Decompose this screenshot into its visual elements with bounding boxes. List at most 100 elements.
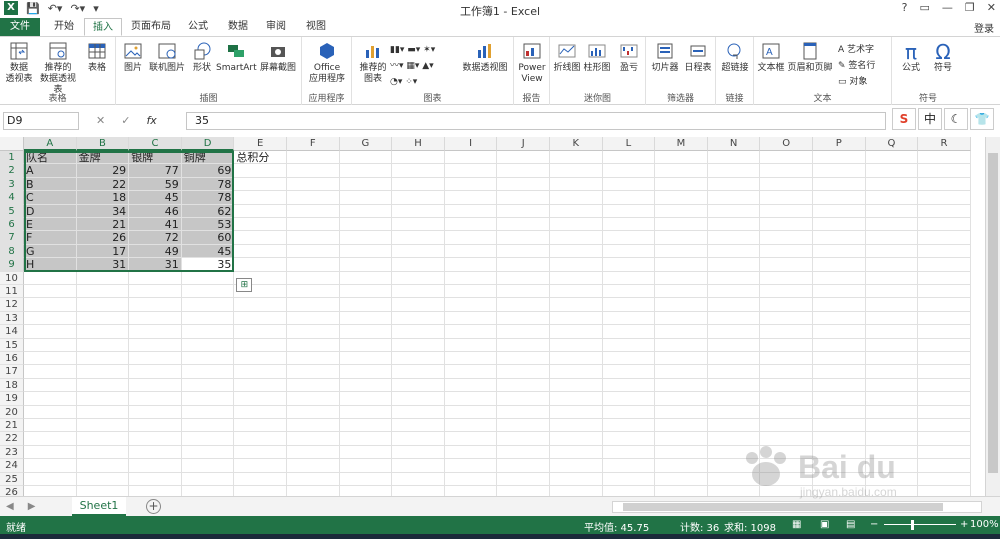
cell[interactable]	[444, 352, 498, 366]
cell[interactable]	[707, 419, 761, 433]
cell[interactable]	[602, 244, 656, 259]
quick-analysis-icon[interactable]: ⊞	[236, 277, 253, 292]
cell[interactable]	[444, 432, 498, 446]
timeline-button[interactable]: 日程表	[682, 41, 714, 74]
cell[interactable]	[392, 177, 445, 192]
cell[interactable]	[24, 472, 77, 486]
office-apps-button[interactable]: Office 应用程序	[306, 41, 348, 85]
cell[interactable]: 45	[181, 244, 235, 259]
cell[interactable]	[287, 164, 340, 178]
cell[interactable]	[497, 204, 550, 218]
cell[interactable]	[865, 285, 919, 299]
cell[interactable]	[234, 392, 287, 406]
row-header[interactable]: 25	[0, 472, 24, 486]
cell[interactable]	[76, 405, 130, 419]
cell[interactable]	[918, 352, 971, 366]
cell[interactable]	[287, 378, 340, 393]
row-header[interactable]: 14	[0, 325, 24, 339]
cell[interactable]	[918, 405, 971, 419]
cell[interactable]	[707, 204, 761, 218]
hyperlink-button[interactable]: 超链接	[718, 41, 752, 74]
cell[interactable]	[602, 352, 656, 366]
wordart-button[interactable]: A 艺术字	[838, 42, 892, 58]
cell[interactable]	[497, 191, 550, 205]
cell[interactable]	[129, 432, 182, 446]
cell[interactable]	[865, 445, 919, 460]
cell[interactable]	[655, 191, 708, 205]
cell[interactable]	[865, 405, 919, 419]
cell[interactable]	[918, 419, 971, 433]
cell[interactable]	[918, 151, 971, 165]
cell[interactable]	[287, 365, 340, 379]
symbol-button[interactable]: Ω 符号	[928, 41, 958, 74]
screenshot-button[interactable]: 屏幕截图	[256, 41, 300, 74]
cell[interactable]	[866, 486, 919, 496]
cell[interactable]	[760, 271, 813, 285]
cell[interactable]	[339, 392, 393, 406]
cell[interactable]	[339, 218, 393, 232]
cell[interactable]	[760, 445, 813, 460]
cell[interactable]	[287, 271, 340, 285]
row-header[interactable]: 10	[0, 271, 24, 285]
cell[interactable]: 41	[129, 218, 182, 232]
row-header[interactable]: 8	[0, 244, 24, 259]
cell[interactable]	[287, 151, 340, 165]
cell[interactable]	[550, 311, 603, 326]
cell[interactable]	[392, 191, 445, 205]
object-button[interactable]: ▭ 对象	[838, 74, 892, 90]
cell[interactable]	[550, 392, 603, 406]
zoom-slider[interactable]	[884, 524, 956, 525]
column-header[interactable]: R	[918, 137, 971, 151]
cell[interactable]	[602, 218, 656, 232]
cell[interactable]	[129, 271, 182, 285]
row-header[interactable]: 5	[0, 204, 24, 218]
cell[interactable]	[24, 459, 77, 473]
cell[interactable]	[707, 432, 761, 446]
column-header[interactable]: B	[76, 137, 130, 151]
cell[interactable]	[339, 285, 393, 299]
column-header[interactable]: J	[497, 137, 550, 151]
cell[interactable]	[24, 486, 77, 496]
cell[interactable]	[550, 472, 603, 486]
cell[interactable]: 69	[181, 164, 235, 178]
vertical-scrollbar[interactable]	[985, 137, 1000, 496]
tab-home[interactable]: 开始	[44, 18, 84, 36]
cell[interactable]	[865, 244, 919, 259]
cell[interactable]	[813, 191, 866, 205]
cell[interactable]	[76, 298, 130, 312]
cell[interactable]	[497, 177, 550, 192]
cell[interactable]	[340, 486, 393, 496]
cell[interactable]	[339, 258, 393, 272]
cell[interactable]	[813, 311, 866, 326]
cell[interactable]	[287, 432, 340, 446]
cell[interactable]	[24, 298, 77, 312]
cell[interactable]	[760, 405, 813, 419]
cell[interactable]	[655, 419, 708, 433]
cell[interactable]	[129, 311, 182, 326]
cell[interactable]	[550, 298, 603, 312]
cell[interactable]	[234, 231, 287, 245]
cell[interactable]	[339, 325, 393, 339]
horizontal-scrollbar[interactable]	[612, 501, 982, 513]
cell[interactable]	[865, 298, 919, 312]
cell[interactable]	[865, 164, 919, 178]
tab-data[interactable]: 数据	[220, 18, 256, 36]
cell[interactable]	[707, 459, 761, 473]
cell[interactable]	[287, 392, 340, 406]
cell[interactable]	[444, 472, 498, 486]
cell[interactable]	[918, 298, 971, 312]
cell[interactable]	[865, 432, 919, 446]
cell[interactable]	[655, 231, 708, 245]
cell[interactable]	[76, 445, 130, 460]
cell[interactable]	[813, 298, 866, 312]
cell[interactable]	[181, 338, 235, 352]
cell[interactable]	[707, 285, 761, 299]
cell[interactable]	[865, 352, 919, 366]
cell[interactable]	[760, 298, 813, 312]
cell[interactable]	[76, 325, 130, 339]
cell[interactable]	[339, 244, 393, 259]
cell[interactable]: 72	[129, 231, 182, 245]
cell[interactable]	[339, 231, 393, 245]
cell[interactable]	[497, 405, 550, 419]
cell[interactable]	[655, 445, 708, 460]
